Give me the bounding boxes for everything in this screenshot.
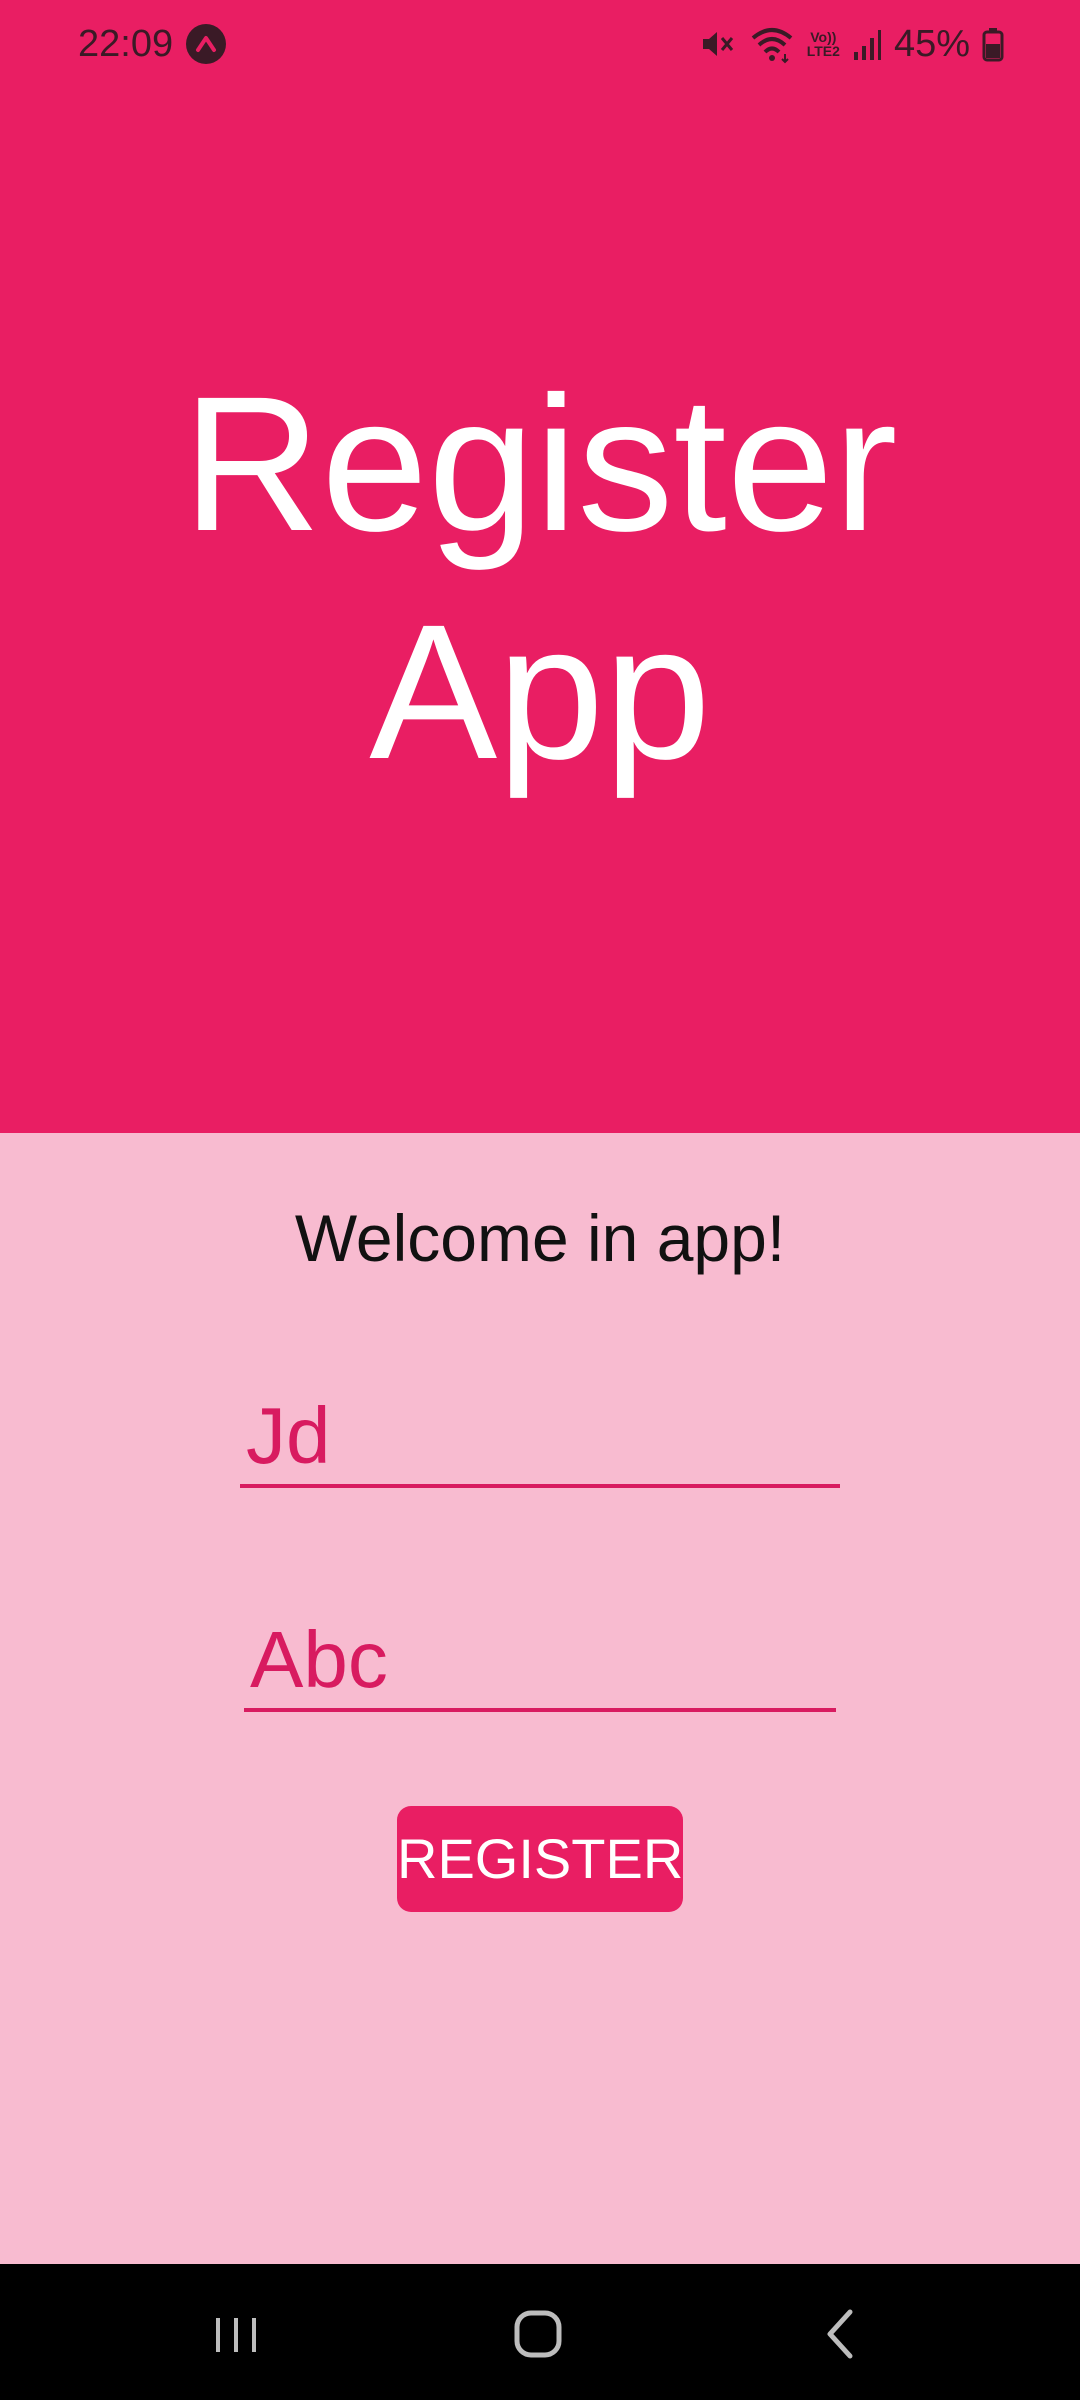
screen: 22:09 Vo)) LTE2 45% Register App Welcome…: [0, 0, 1080, 2400]
welcome-text: Welcome in app!: [294, 1201, 786, 1275]
navigation-bar: [0, 2264, 1080, 2400]
home-icon[interactable]: [508, 2304, 568, 2364]
status-icons: Vo)) LTE2 45%: [697, 18, 1004, 70]
wifi-icon: [751, 28, 793, 64]
username-field[interactable]: [240, 1388, 840, 1488]
app-notification-icon: [186, 24, 226, 64]
status-time: 22:09: [78, 23, 174, 65]
title-line-1: Register: [182, 356, 898, 571]
mute-icon: [702, 32, 733, 56]
page-title: Register App: [0, 350, 1080, 806]
status-bar: 22:09 Vo)) LTE2 45%: [0, 0, 1080, 88]
password-field[interactable]: [244, 1612, 836, 1712]
register-button[interactable]: REGISTER: [397, 1806, 683, 1912]
battery-percentage: 45%: [893, 23, 970, 65]
battery-icon: [982, 28, 1004, 62]
header: 22:09 Vo)) LTE2 45% Register App: [0, 0, 1080, 1133]
recents-icon[interactable]: [206, 2304, 266, 2364]
network-type-label: Vo)) LTE2: [806, 29, 840, 59]
title-line-2: App: [369, 584, 711, 799]
back-icon[interactable]: [812, 2304, 872, 2364]
signal-icon: [853, 30, 881, 60]
